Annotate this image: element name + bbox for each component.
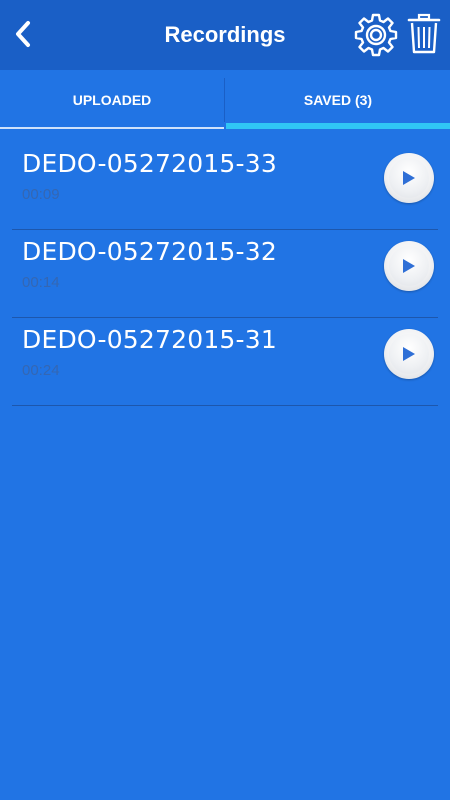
play-icon xyxy=(403,259,415,273)
play-button-face xyxy=(389,158,429,198)
tab-label: UPLOADED xyxy=(72,91,152,108)
recording-name: DEDO-05272015-32 xyxy=(22,237,277,266)
tab-underline xyxy=(0,127,224,129)
tab-uploaded[interactable]: UPLOADED xyxy=(0,70,224,129)
trash-icon xyxy=(407,13,441,54)
recording-row[interactable]: DEDO-05272015-33 00:09 xyxy=(12,141,438,230)
tab-bar: UPLOADED SAVED (3) xyxy=(0,70,450,129)
recording-duration: 00:09 xyxy=(22,186,60,203)
play-button-face xyxy=(389,334,429,374)
app-header: Recordings xyxy=(0,0,450,70)
tab-label: SAVED (3) xyxy=(303,91,373,108)
recording-duration: 00:14 xyxy=(22,274,60,291)
settings-button[interactable] xyxy=(352,11,400,59)
play-icon xyxy=(403,347,415,361)
tab-divider xyxy=(224,78,225,122)
recording-name: DEDO-05272015-33 xyxy=(22,149,277,178)
play-button[interactable] xyxy=(384,241,434,291)
active-tab-indicator xyxy=(226,123,450,129)
play-button[interactable] xyxy=(384,153,434,203)
play-icon xyxy=(403,171,415,185)
play-button-face xyxy=(389,246,429,286)
recording-duration: 00:24 xyxy=(22,362,60,379)
play-button[interactable] xyxy=(384,329,434,379)
gear-icon xyxy=(354,13,398,57)
delete-button[interactable] xyxy=(406,13,442,55)
tab-saved[interactable]: SAVED (3) xyxy=(226,70,450,129)
recording-row[interactable]: DEDO-05272015-32 00:14 xyxy=(12,229,438,318)
recording-name: DEDO-05272015-31 xyxy=(22,325,277,354)
recording-row[interactable]: DEDO-05272015-31 00:24 xyxy=(12,317,438,406)
